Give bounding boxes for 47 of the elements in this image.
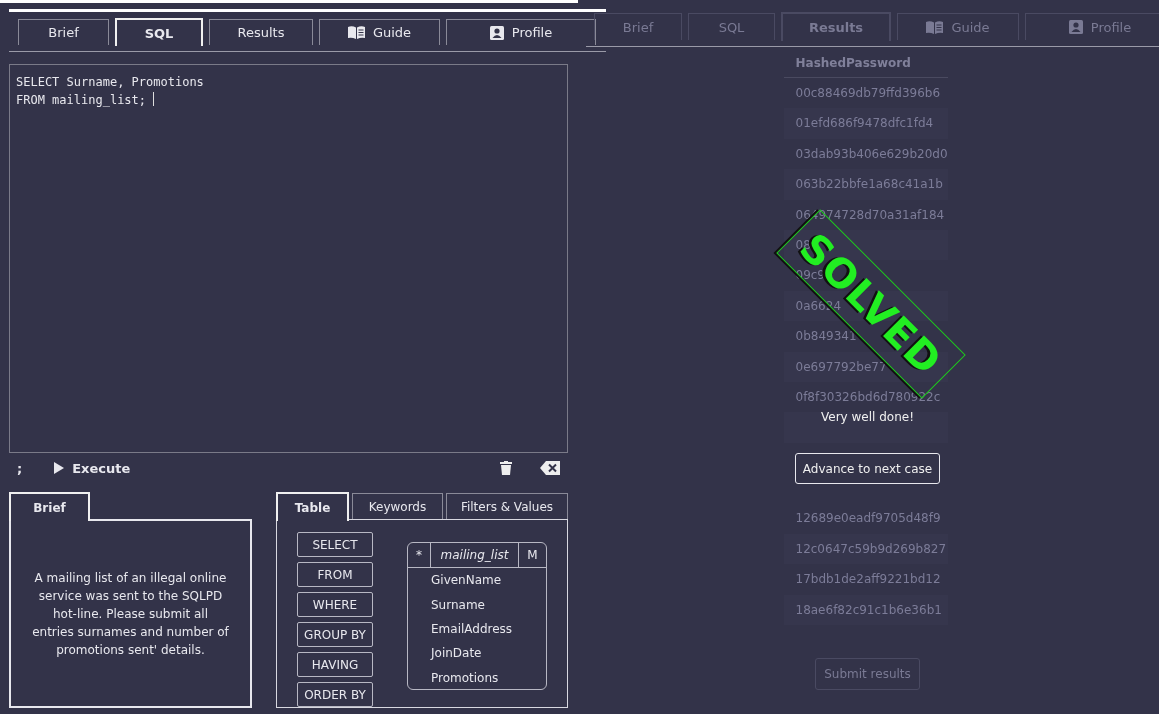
person-icon <box>489 25 504 40</box>
table-name: mailing_list <box>431 543 519 567</box>
code-line: SELECT Surname, Promotions <box>16 74 205 92</box>
column-item[interactable]: EmailAddress <box>408 616 513 642</box>
code-editor[interactable]: SELECT Surname, Promotions FROM mailing_list; <box>9 64 568 453</box>
table-cell: 12c0647c59b9d269b827 <box>783 533 948 565</box>
column-item[interactable]: GivenName <box>408 568 502 593</box>
keyword-button[interactable]: SELECT <box>297 532 373 557</box>
tab[interactable]: Keywords <box>352 493 443 519</box>
keyword-button[interactable]: ORDER BY <box>297 682 373 707</box>
table-cell: 18ae6f82c91c1b6e36b1 <box>783 594 948 626</box>
backspace-icon[interactable] <box>540 461 560 476</box>
keyword-button[interactable]: FROM <box>297 562 373 587</box>
semicolon-button[interactable]: ; <box>17 460 23 476</box>
table-cell-text: 03dab93b406e629b20d0 <box>794 145 948 163</box>
tab[interactable]: Filters & Values <box>446 493 568 519</box>
table-cell-text: 17bdb1de2aff9221bd12 <box>794 571 942 589</box>
table-cell: 063b22bbfe1a68c41a1b <box>783 169 948 200</box>
tab[interactable]: Profile <box>446 19 596 46</box>
column-item[interactable]: Surname <box>408 592 485 617</box>
advance-button[interactable]: Advance to next case <box>795 453 940 484</box>
person-icon <box>1068 20 1083 34</box>
success-message: Very well done! <box>821 410 914 424</box>
keyword-button[interactable]: HAVING <box>297 652 373 677</box>
table-cell-text: 00c88469db79ffd396b6 <box>794 85 942 102</box>
m-button[interactable]: M <box>519 543 546 567</box>
tab[interactable]: Table <box>276 492 349 521</box>
code-line: FROM mailing_list; <box>16 91 561 110</box>
book-icon <box>926 20 944 34</box>
execute-button[interactable]: Execute <box>40 460 131 476</box>
play-icon <box>54 462 65 475</box>
tab[interactable]: Guide <box>319 19 440 46</box>
table-cell: 01efd686f9478dfc1fd4 <box>783 108 948 139</box>
keyword-button[interactable]: GROUP BY <box>297 622 373 647</box>
column-item[interactable]: JoinDate <box>408 641 482 666</box>
brief-text: A mailing list of an illegal online service was sent to the SQLPD hot-line. Please submit all entries surnames and number of promotions sent' details. <box>31 569 230 659</box>
book-icon <box>347 26 365 40</box>
trash-icon[interactable] <box>500 461 512 476</box>
column-header: HashedPassword <box>783 49 948 78</box>
brief-tab[interactable]: Brief <box>9 492 90 521</box>
star-button[interactable]: * <box>408 543 431 567</box>
keyword-button[interactable]: WHERE <box>297 592 373 617</box>
table-cell-text: 12689e0eadf9705d48f9 <box>794 510 942 528</box>
column-item[interactable]: Promotions <box>408 665 499 690</box>
tab[interactable]: SQL <box>115 18 203 47</box>
tab[interactable]: Brief <box>18 19 109 46</box>
tab[interactable]: Results <box>209 19 313 46</box>
